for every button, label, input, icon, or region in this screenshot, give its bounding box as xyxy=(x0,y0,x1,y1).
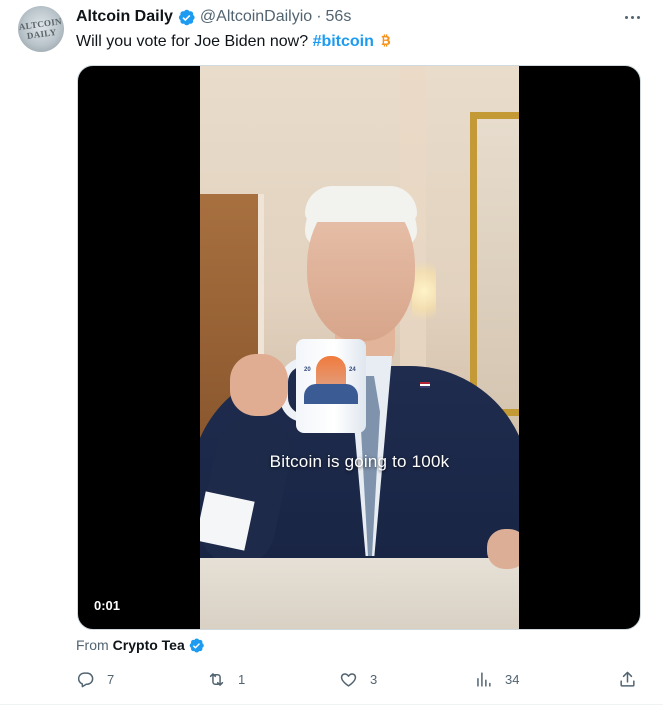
repost-count: 1 xyxy=(238,671,246,687)
tweet-text: Will you vote for Joe Biden now? #bitcoi… xyxy=(76,31,393,53)
flag-pin-icon xyxy=(420,382,430,388)
action-bar: 7 1 3 34 xyxy=(76,667,646,691)
share-button[interactable] xyxy=(618,667,637,691)
hashtag-link[interactable]: #bitcoin xyxy=(313,33,374,50)
mug-year-right: 24 xyxy=(349,367,356,373)
separator-dot: · xyxy=(316,8,322,25)
mug-year-left: 20 xyxy=(304,367,311,373)
reply-icon xyxy=(77,671,94,687)
tweet-card[interactable]: ALTCOIN DAILY Altcoin Daily @AltcoinDail… xyxy=(0,0,663,705)
like-button[interactable]: 3 xyxy=(339,667,377,691)
video-player[interactable]: 20 24 Bitcoin is going to 100k 0:01 xyxy=(77,65,641,630)
reply-count: 7 xyxy=(107,671,115,687)
source-prefix: From xyxy=(76,637,109,653)
views-chart-icon xyxy=(477,671,491,687)
share-icon xyxy=(620,671,635,687)
author-handle[interactable]: @AltcoinDailyio xyxy=(200,8,312,26)
like-count: 3 xyxy=(370,671,378,687)
avatar[interactable]: ALTCOIN DAILY xyxy=(18,6,64,52)
repost-icon xyxy=(209,672,224,686)
table-surface xyxy=(200,558,519,629)
background-mirror xyxy=(470,112,519,416)
heart-icon xyxy=(340,672,357,687)
tweet-timestamp[interactable]: 56s xyxy=(326,8,352,26)
video-caption: Bitcoin is going to 100k xyxy=(269,452,450,471)
video-timestamp: 0:01 xyxy=(94,598,121,613)
reply-button[interactable]: 7 xyxy=(76,667,114,691)
repost-button[interactable]: 1 xyxy=(207,667,245,691)
views-count: 34 xyxy=(505,671,520,687)
avatar-logo-text: ALTCOIN DAILY xyxy=(18,16,63,41)
video-source: From Crypto Tea xyxy=(76,635,209,655)
more-options-icon[interactable] xyxy=(621,8,643,26)
tweet-text-body: Will you vote for Joe Biden now? xyxy=(76,33,313,50)
verified-badge-icon[interactable] xyxy=(177,8,196,27)
bitcoin-icon xyxy=(378,33,393,48)
video-frame: 20 24 xyxy=(200,66,519,629)
source-verified-badge-icon xyxy=(188,637,205,654)
tweet-header: Altcoin Daily @AltcoinDailyio · 56s xyxy=(76,6,351,28)
author-name[interactable]: Altcoin Daily xyxy=(76,8,173,26)
views-button[interactable]: 34 xyxy=(474,667,519,691)
source-account-link[interactable]: Crypto Tea xyxy=(113,637,185,653)
